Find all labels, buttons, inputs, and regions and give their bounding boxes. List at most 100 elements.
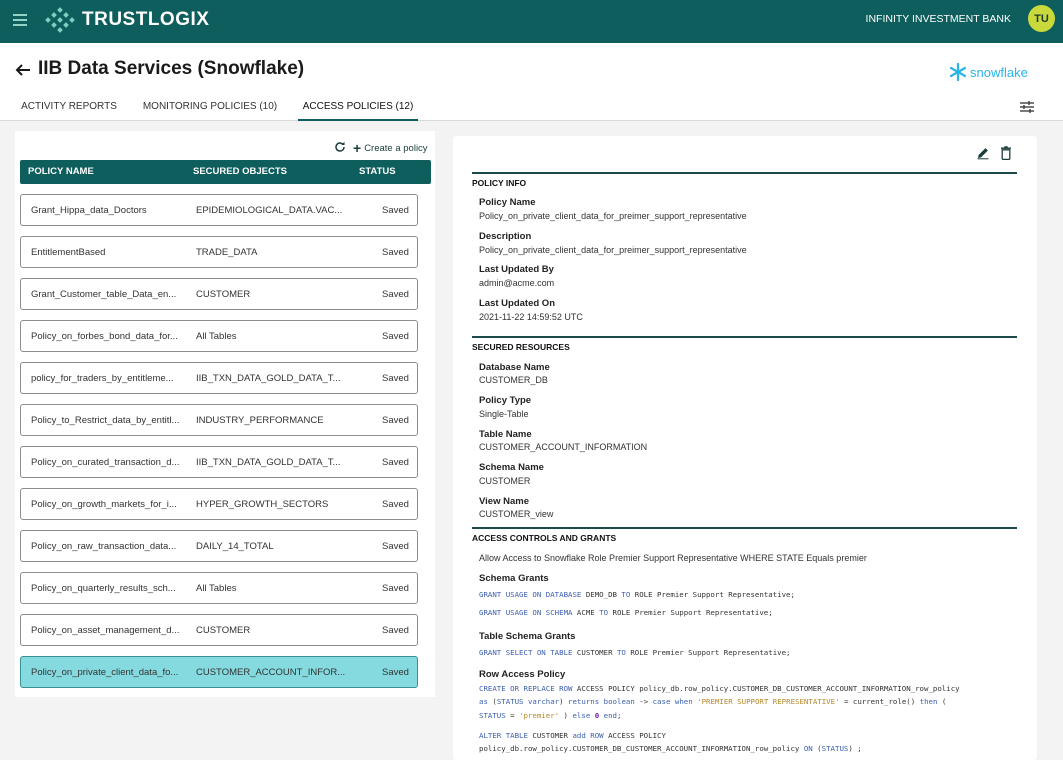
description-value: Policy_on_private_client_data_for_preime… <box>479 245 747 255</box>
schema-grant-statement: GRANT USAGE ON DATABASE DEMO_DB TO ROLE … <box>479 590 795 599</box>
table-row[interactable]: Policy_to_Restrict_data_by_entitl... INDU… <box>20 404 418 436</box>
policy-name: Policy_on_private_client_data_fo... <box>31 667 179 678</box>
schema-grant-statement: GRANT USAGE ON SCHEMA ACME TO ROLE Premi… <box>479 608 773 617</box>
access-summary: Allow Access to Snowflake Role Premier S… <box>479 553 867 563</box>
database-name-value: CUSTOMER_DB <box>479 375 548 385</box>
last-updated-by-label: Last Updated By <box>479 264 554 275</box>
status: Saved <box>382 205 409 216</box>
tab-monitoring-policies[interactable]: MONITORING POLICIES (10) <box>140 96 280 121</box>
policy-name-label: Policy Name <box>479 197 536 208</box>
delete-trash-icon[interactable] <box>1000 146 1012 160</box>
policy-name: Policy_on_quarterly_results_sch... <box>31 583 176 594</box>
table-row[interactable]: Policy_on_forbes_bond_data_for... All Tab… <box>20 320 418 352</box>
create-policy-button[interactable]: + Create a policy <box>353 140 428 156</box>
org-name[interactable]: INFINITY INVESTMENT BANK <box>866 13 1011 25</box>
policy-name: Policy_on_asset_management_d... <box>31 625 180 636</box>
last-updated-on-value: 2021-11-22 14:59:52 UTC <box>479 312 583 322</box>
section-divider <box>472 336 1017 338</box>
secured-objects: CUSTOMER_ACCOUNT_INFOR... <box>196 667 346 678</box>
schema-name-value: CUSTOMER <box>479 476 531 486</box>
status: Saved <box>382 331 409 342</box>
policy-name: Policy_on_growth_markets_for_i... <box>31 499 177 510</box>
section-divider <box>472 172 1017 174</box>
top-bar: TRUSTLOGIX INFINITY INVESTMENT BANK TU <box>0 0 1063 43</box>
filter-settings-icon[interactable] <box>1019 100 1035 114</box>
section-title-policy-info: POLICY INFO <box>472 178 527 188</box>
table-row[interactable]: Grant_Hippa_data_Doctors EPIDEMIOLOGICAL_… <box>20 194 418 226</box>
policy-name: Grant_Hippa_data_Doctors <box>31 205 147 216</box>
secured-objects: All Tables <box>196 583 237 594</box>
app-name: TRUSTLOGIX <box>82 9 210 30</box>
snowflake-logo-text: snowflake <box>970 64 1028 80</box>
page-title: IIB Data Services (Snowflake) <box>38 58 305 79</box>
table-row[interactable]: EntitlementBased TRADE_DATA Saved <box>20 236 418 268</box>
col-status[interactable]: STATUS <box>359 166 396 177</box>
secured-objects: All Tables <box>196 331 237 342</box>
policy-name: Policy_on_curated_transaction_d... <box>31 457 180 468</box>
menu-icon[interactable] <box>13 13 27 27</box>
row-access-policy-code-line: as (STATUS varchar) returns boolean -> c… <box>479 697 947 706</box>
table-row-selected[interactable]: Policy_on_private_client_data_fo... CUSTO… <box>20 656 418 688</box>
plus-icon: + <box>353 140 362 156</box>
col-policy-name[interactable]: POLICY NAME <box>28 166 94 177</box>
col-secured-objects[interactable]: SECURED OBJECTS <box>193 166 287 177</box>
table-schema-grants-label: Table Schema Grants <box>479 631 576 642</box>
view-name-label: View Name <box>479 496 529 507</box>
status: Saved <box>382 289 409 300</box>
policy-table-header: POLICY NAME SECURED OBJECTS STATUS <box>20 160 431 184</box>
table-row[interactable]: Policy_on_growth_markets_for_i... HYPER_G… <box>20 488 418 520</box>
create-policy-label: Create a policy <box>364 142 428 154</box>
status: Saved <box>382 625 409 636</box>
title-row: IIB Data Services (Snowflake) snowflake <box>0 55 1063 85</box>
policy-name: EntitlementBased <box>31 247 106 258</box>
policy-name-value: Policy_on_private_client_data_for_preime… <box>479 211 747 221</box>
policy-name: Policy_to_Restrict_data_by_entitl... <box>31 415 180 426</box>
section-divider <box>472 527 1017 529</box>
table-schema-grant-statement: GRANT SELECT ON TABLE CUSTOMER TO ROLE P… <box>479 648 791 657</box>
snowflake-icon <box>949 63 967 81</box>
status: Saved <box>382 499 409 510</box>
secured-objects: IIB_TXN_DATA_GOLD_DATA_T... <box>196 457 341 468</box>
table-row[interactable]: Policy_on_raw_transaction_data... DAILY_1… <box>20 530 418 562</box>
secured-objects: CUSTOMER <box>196 289 251 300</box>
database-name-label: Database Name <box>479 362 550 373</box>
avatar[interactable]: TU <box>1028 5 1055 32</box>
section-title-secured-resources: SECURED RESOURCES <box>472 342 570 352</box>
table-name-value: CUSTOMER_ACCOUNT_INFORMATION <box>479 442 648 452</box>
table-row[interactable]: Grant_Customer_table_Data_en... CUSTOMER S… <box>20 278 418 310</box>
back-arrow-icon[interactable] <box>14 61 32 79</box>
status: Saved <box>382 583 409 594</box>
policy-name: policy_for_traders_by_entitleme... <box>31 373 174 384</box>
schema-name-label: Schema Name <box>479 462 544 473</box>
status: Saved <box>382 373 409 384</box>
row-access-policy-code-line: CREATE OR REPLACE ROW ACCESS POLICY poli… <box>479 684 960 693</box>
table-row[interactable]: Policy_on_quarterly_results_sch... All Ta… <box>20 572 418 604</box>
table-row[interactable]: Policy_on_asset_management_d... CUSTOMER S… <box>20 614 418 646</box>
refresh-icon[interactable] <box>334 141 346 153</box>
status: Saved <box>382 247 409 258</box>
table-row[interactable]: policy_for_traders_by_entitleme... IIB_TX… <box>20 362 418 394</box>
secured-objects: IIB_TXN_DATA_GOLD_DATA_T... <box>196 373 341 384</box>
section-title-access-controls: ACCESS CONTROLS AND GRANTS <box>472 533 617 543</box>
secured-objects: HYPER_GROWTH_SECTORS <box>196 499 329 510</box>
secured-objects: DAILY_14_TOTAL <box>196 541 274 552</box>
status: Saved <box>382 415 409 426</box>
schema-grants-label: Schema Grants <box>479 573 549 584</box>
status: Saved <box>382 457 409 468</box>
policy-name: Policy_on_forbes_bond_data_for... <box>31 331 178 342</box>
view-name-value: CUSTOMER_view <box>479 509 554 519</box>
row-access-policy-code-line: STATUS = 'premier' ) else 0 end; <box>479 711 622 720</box>
policy-name: Grant_Customer_table_Data_en... <box>31 289 177 300</box>
status: Saved <box>382 541 409 552</box>
edit-pencil-icon[interactable] <box>976 146 990 160</box>
snowflake-logo: snowflake <box>948 63 1028 81</box>
tab-access-policies[interactable]: ACCESS POLICIES (12) <box>298 96 418 121</box>
policy-type-label: Policy Type <box>479 395 532 406</box>
row-access-policy-code-line: ALTER TABLE CUSTOMER add ROW ACCESS POLI… <box>479 731 666 740</box>
table-name-label: Table Name <box>479 429 532 440</box>
last-updated-by-value: admin@acme.com <box>479 278 555 288</box>
trustlogix-logo[interactable]: TRUSTLOGIX <box>44 7 209 33</box>
policy-type-value: Single-Table <box>479 409 529 419</box>
table-row[interactable]: Policy_on_curated_transaction_d... IIB_TX… <box>20 446 418 478</box>
tab-activity-reports[interactable]: ACTIVITY REPORTS <box>18 96 120 121</box>
